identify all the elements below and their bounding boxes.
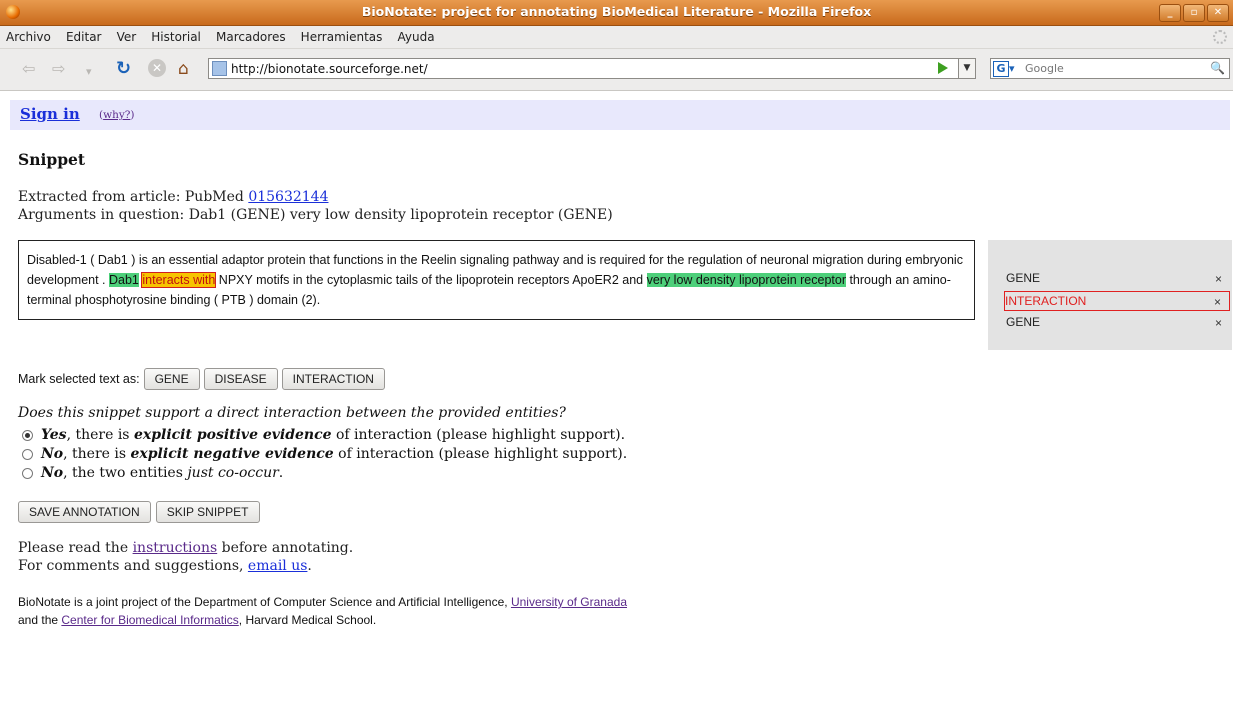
- why-link[interactable]: why?: [103, 109, 130, 121]
- navigation-toolbar: ⇦ ⇨ ▾ ↻ ✕ ⌂ http://bionotate.sourceforge…: [0, 49, 1233, 91]
- action-buttons: SAVE ANNOTATION SKIP SNIPPET: [18, 501, 260, 523]
- close-icon[interactable]: ✕: [1207, 4, 1229, 22]
- instructions-note: Please read the instructions before anno…: [18, 540, 354, 556]
- search-icon[interactable]: 🔍: [1210, 61, 1225, 75]
- remove-annotation-icon[interactable]: ×: [1215, 316, 1222, 330]
- annotation-label: GENE: [1006, 271, 1041, 285]
- annotation-item-gene[interactable]: GENE ×: [1006, 315, 1230, 331]
- menu-editar[interactable]: Editar: [60, 27, 106, 44]
- mark-disease-button[interactable]: DISEASE: [203, 368, 278, 390]
- search-input[interactable]: [1025, 61, 1195, 76]
- window-title-bar: BioNotate: project for annotating BioMed…: [0, 0, 1233, 26]
- reload-icon[interactable]: ↻: [116, 60, 134, 78]
- annotation-item-gene[interactable]: GENE ×: [1006, 271, 1230, 287]
- annotation-item-interaction[interactable]: INTERACTION ×: [1004, 291, 1230, 311]
- mark-label: Mark selected text as:: [18, 372, 140, 386]
- menu-historial[interactable]: Historial: [145, 27, 205, 44]
- sign-in-link[interactable]: Sign in: [20, 105, 80, 123]
- radio-button[interactable]: [22, 467, 33, 479]
- menu-ver[interactable]: Ver: [111, 27, 141, 44]
- search-bar: G▾ 🔍: [990, 58, 1230, 79]
- credits-line-2: and the Center for Biomedical Informatic…: [18, 613, 377, 627]
- university-of-granada-link[interactable]: University of Granada: [511, 595, 627, 609]
- annotation-label: GENE: [1006, 315, 1041, 329]
- menu-marcadores[interactable]: Marcadores: [210, 27, 290, 44]
- question-text: Does this snippet support a direct inter…: [18, 405, 566, 421]
- maximize-icon[interactable]: ▫: [1183, 4, 1205, 22]
- gene-highlight-dab1[interactable]: Dab1: [109, 273, 139, 287]
- url-bar[interactable]: http://bionotate.sourceforge.net/: [208, 58, 976, 79]
- remove-annotation-icon[interactable]: ×: [1214, 295, 1221, 309]
- arguments-line: Arguments in question: Dab1 (GENE) very …: [18, 207, 613, 223]
- mark-interaction-button[interactable]: INTERACTION: [281, 368, 385, 390]
- home-icon[interactable]: ⌂: [178, 59, 189, 79]
- window-controls: _ ▫ ✕: [1159, 4, 1229, 22]
- pubmed-link[interactable]: 015632144: [248, 189, 328, 205]
- window-title: BioNotate: project for annotating BioMed…: [361, 4, 872, 19]
- skip-snippet-button[interactable]: SKIP SNIPPET: [155, 501, 260, 523]
- interaction-highlight[interactable]: interacts with: [141, 272, 217, 288]
- page-title: Snippet: [18, 150, 86, 169]
- annotation-list: GENE × INTERACTION × GENE ×: [988, 240, 1232, 350]
- menu-archivo[interactable]: Archivo: [0, 27, 55, 44]
- back-arrow-icon[interactable]: ⇦: [22, 61, 35, 77]
- search-engine-selector[interactable]: G ▾: [993, 60, 1021, 77]
- radio-button-selected[interactable]: [22, 429, 33, 441]
- radio-button[interactable]: [22, 448, 33, 460]
- forward-arrow-icon[interactable]: ⇨: [52, 61, 65, 77]
- signin-bar: Sign in (why?): [10, 100, 1230, 130]
- option-cooccur[interactable]: No, the two entities just co-occur.: [22, 465, 283, 481]
- annotation-label: INTERACTION: [1005, 294, 1087, 308]
- mark-gene-button[interactable]: GENE: [143, 368, 200, 390]
- site-favicon-icon: [212, 61, 227, 76]
- comments-note: For comments and suggestions, email us.: [18, 558, 312, 574]
- throbber-icon: [1213, 30, 1227, 44]
- option-positive[interactable]: Yes, there is explicit positive evidence…: [22, 427, 625, 443]
- save-annotation-button[interactable]: SAVE ANNOTATION: [18, 501, 151, 523]
- google-icon: G: [993, 61, 1009, 77]
- extracted-from: Extracted from article: PubMed 015632144: [18, 189, 329, 205]
- credits-line-1: BioNotate is a joint project of the Depa…: [18, 595, 627, 609]
- mark-toolbar: Mark selected text as: GENE DISEASE INTE…: [18, 368, 385, 390]
- instructions-link[interactable]: instructions: [133, 540, 218, 556]
- why-note: (why?): [99, 109, 135, 121]
- option-negative[interactable]: No, there is explicit negative evidence …: [22, 446, 627, 462]
- menu-bar: Archivo Editar Ver Historial Marcadores …: [0, 26, 1233, 49]
- remove-annotation-icon[interactable]: ×: [1215, 272, 1222, 286]
- stop-icon[interactable]: ✕: [148, 59, 166, 77]
- center-biomedical-informatics-link[interactable]: Center for Biomedical Informatics: [61, 613, 238, 627]
- go-arrow-icon[interactable]: [938, 62, 948, 74]
- history-dropdown-icon[interactable]: ▾: [86, 64, 92, 80]
- email-link[interactable]: email us: [248, 558, 308, 574]
- menu-ayuda[interactable]: Ayuda: [392, 27, 439, 44]
- url-dropdown-icon[interactable]: ▼: [958, 58, 976, 79]
- menu-herramientas[interactable]: Herramientas: [295, 27, 387, 44]
- snippet-text-box[interactable]: Disabled-1 ( Dab1 ) is an essential adap…: [18, 240, 975, 320]
- minimize-icon[interactable]: _: [1159, 4, 1181, 22]
- gene-highlight-vldlr[interactable]: very low density lipoprotein receptor: [646, 273, 846, 287]
- url-text: http://bionotate.sourceforge.net/: [231, 62, 428, 76]
